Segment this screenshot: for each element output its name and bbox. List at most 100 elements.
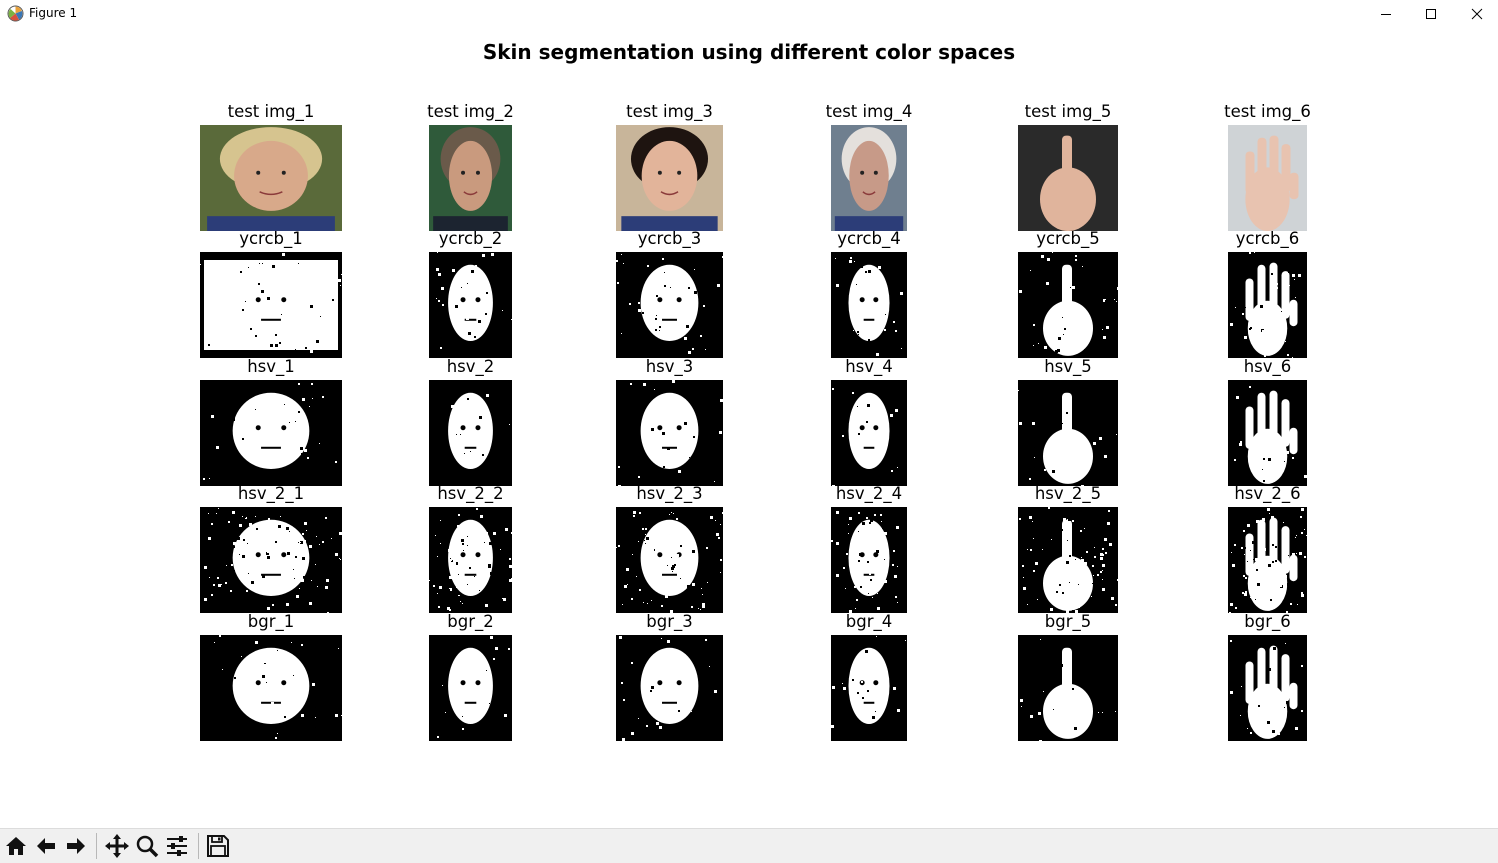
mask-image-panel[interactable] [1228,252,1307,358]
subplot-title: hsv_1 [247,357,295,376]
subplot-title: ycrcb_4 [837,229,901,248]
mask-image-panel[interactable] [1018,507,1118,613]
binary-mask-image [429,252,512,358]
maximize-icon [1426,9,1436,19]
subplot-title: hsv_2_3 [636,484,703,503]
subplot-title: ycrcb_3 [637,229,702,248]
forward-button[interactable] [62,832,90,860]
photo-image [200,125,342,231]
binary-mask-image [1228,252,1307,358]
binary-mask-image [1018,380,1118,486]
home-button[interactable] [2,832,30,860]
binary-mask-image [1018,507,1118,613]
binary-mask-image [200,252,342,358]
subplot-title: bgr_2 [447,612,494,631]
close-button[interactable] [1454,0,1498,28]
subplot-title: hsv_2_4 [835,484,903,503]
binary-mask-image [200,635,342,741]
subplot-title: test img_6 [1224,102,1311,121]
mask-image-panel[interactable] [616,380,723,486]
mask-image-panel[interactable] [616,507,723,613]
test-image-panel[interactable] [616,125,723,231]
matplotlib-logo-icon [7,5,24,22]
mask-image-panel[interactable] [1228,380,1307,486]
mask-image-panel[interactable] [1018,252,1118,358]
mask-image-panel[interactable] [616,252,723,358]
figure-suptitle: Skin segmentation using different color … [482,40,1016,64]
subplot-title: bgr_6 [1244,612,1291,631]
subplot-title: bgr_5 [1044,612,1092,631]
photo-image [831,125,907,231]
test-image-panel[interactable] [1228,125,1307,231]
mask-image-panel[interactable] [616,635,723,741]
back-arrow-icon [37,838,55,854]
subplot-title: ycrcb_2 [438,229,503,248]
binary-mask-image [1228,380,1307,486]
forward-arrow-icon [67,838,85,854]
mask-image-panel[interactable] [429,635,512,741]
test-image-panel[interactable] [200,125,342,231]
toolbar-separator [198,833,199,859]
binary-mask-image [1018,635,1118,741]
minimize-icon [1381,14,1391,15]
subplot-title: test img_3 [626,102,713,121]
test-image-panel[interactable] [831,125,907,231]
binary-mask-image [831,635,907,741]
mask-image-panel[interactable] [429,252,512,358]
mask-image-panel[interactable] [429,507,512,613]
test-image-panel[interactable] [429,125,512,231]
mask-image-panel[interactable] [200,252,342,358]
mask-image-panel[interactable] [429,380,512,486]
binary-mask-image [429,380,512,486]
binary-mask-image [200,507,342,613]
mask-image-panel[interactable] [831,380,907,486]
close-icon [1471,8,1483,20]
pan-button[interactable] [103,832,131,860]
subplot-title: hsv_2_1 [237,484,305,503]
subplot-title: hsv_6 [1243,357,1292,376]
binary-mask-image [1018,252,1118,358]
subplot-title: bgr_1 [247,612,295,631]
pan-move-icon [105,834,129,858]
subplot-title: ycrcb_6 [1235,229,1300,248]
subplot-title: bgr_4 [845,612,893,631]
mask-image-panel[interactable] [1018,635,1118,741]
configure-subplots-button[interactable] [163,832,191,860]
mask-image-panel[interactable] [200,635,342,741]
mask-image-panel[interactable] [200,507,342,613]
binary-mask-image [1228,507,1307,613]
subplot-title: ycrcb_5 [1036,229,1100,248]
mask-image-panel[interactable] [200,380,342,486]
home-icon [6,837,26,855]
back-button[interactable] [32,832,60,860]
save-floppy-icon [207,835,229,857]
maximize-button[interactable] [1408,0,1454,28]
binary-mask-image [1228,635,1307,741]
mask-image-panel[interactable] [1228,507,1307,613]
subplot-title: test img_4 [825,102,913,121]
binary-mask-image [616,380,723,486]
subplot-title: hsv_2_6 [1234,484,1301,503]
binary-mask-image [831,507,907,613]
test-image-panel[interactable] [1018,125,1118,231]
navigation-toolbar [0,828,1498,863]
subplot-title: hsv_5 [1044,357,1092,376]
binary-mask-image [616,252,723,358]
minimize-button[interactable] [1363,0,1409,28]
binary-mask-image [200,380,342,486]
binary-mask-image [831,380,907,486]
subplot-title: bgr_3 [646,612,693,631]
zoom-magnifier-icon [136,835,159,858]
mask-image-panel[interactable] [831,507,907,613]
binary-mask-image [831,252,907,358]
mask-image-panel[interactable] [831,252,907,358]
window-title: Figure 1 [29,6,78,20]
mask-image-panel[interactable] [1018,380,1118,486]
mask-image-panel[interactable] [831,635,907,741]
subplot-title: ycrcb_1 [239,229,303,248]
binary-mask-image [429,635,512,741]
zoom-button[interactable] [133,832,161,860]
mask-image-panel[interactable] [1228,635,1307,741]
save-button[interactable] [204,832,232,860]
photo-image [1018,125,1118,231]
